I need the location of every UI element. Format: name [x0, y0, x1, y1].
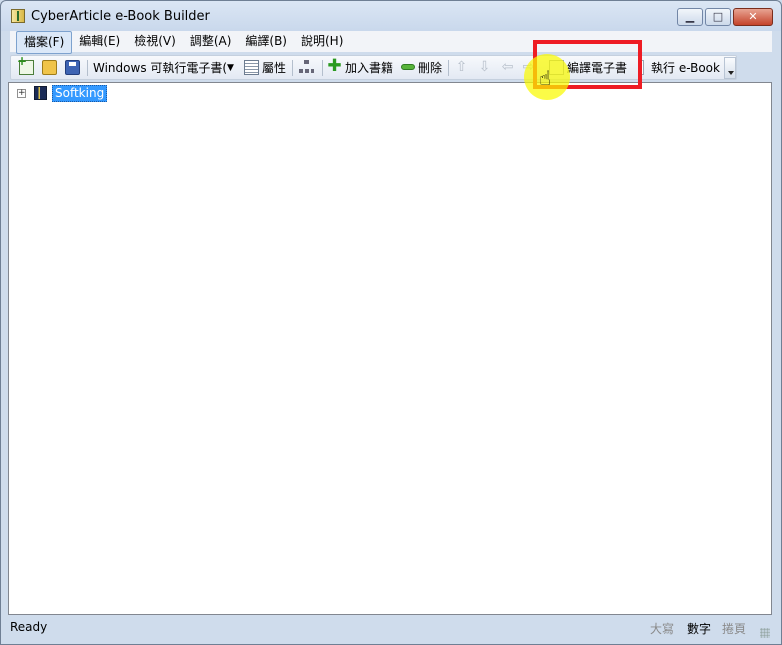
close-button[interactable]: ✕	[733, 8, 773, 26]
menu-view[interactable]: 檢視(V)	[127, 31, 183, 52]
arrow-up-icon[interactable]: ⇧	[454, 60, 469, 75]
save-icon[interactable]	[65, 60, 80, 75]
tree-structure-icon[interactable]	[299, 60, 314, 75]
title-bar: CyberArticle e-Book Builder ▁ □ ✕	[1, 1, 781, 31]
chevron-down-icon[interactable]: ▼	[227, 58, 234, 78]
tree-expand-icon[interactable]: +	[17, 89, 26, 98]
book-tree-view[interactable]: + Softking	[8, 82, 772, 615]
menu-edit[interactable]: 編輯(E)	[72, 31, 127, 52]
tree-node-softking[interactable]: Softking	[52, 85, 108, 102]
maximize-icon: □	[712, 10, 724, 23]
properties-button[interactable]: 屬性	[262, 58, 286, 78]
new-file-icon[interactable]	[17, 54, 34, 75]
resize-grip-icon[interactable]	[760, 628, 770, 638]
arrow-down-icon[interactable]: ⇩	[477, 60, 492, 75]
status-bar: Ready 大寫 數字 捲頁	[8, 618, 772, 640]
menu-file[interactable]: 檔案(F)	[16, 31, 73, 54]
add-book-button[interactable]: 加入書籍	[345, 58, 393, 78]
arrow-left-icon[interactable]: ⇦	[500, 60, 515, 75]
toolbar-separator	[448, 60, 449, 76]
minimize-icon: ▁	[685, 10, 695, 23]
open-folder-icon[interactable]	[42, 60, 57, 75]
toolbar-separator	[292, 60, 293, 76]
close-icon: ✕	[748, 10, 758, 23]
maximize-button[interactable]: □	[705, 8, 731, 26]
caps-lock-indicator: 大寫	[650, 622, 675, 636]
delete-button[interactable]: 刪除	[418, 58, 442, 78]
run-ebook-button[interactable]: 執行 e-Book	[651, 58, 720, 78]
toolbar-separator	[322, 60, 323, 76]
menu-build[interactable]: 編譯(B)	[238, 31, 294, 52]
window-title: CyberArticle e-Book Builder	[31, 9, 210, 24]
status-ready: Ready	[10, 620, 48, 634]
output-type-dropdown[interactable]: Windows 可執行電子書(	[93, 58, 227, 78]
minimize-button[interactable]: ▁	[677, 8, 703, 26]
num-lock-indicator: 數字	[687, 622, 712, 636]
scroll-lock-indicator: 捲頁	[722, 622, 747, 636]
remove-icon[interactable]	[401, 64, 415, 70]
toolbar-overflow-button[interactable]	[724, 57, 736, 79]
menu-bar: 檔案(F) 編輯(E) 檢視(V) 調整(A) 編譯(B) 說明(H)	[10, 31, 772, 54]
menu-help[interactable]: 說明(H)	[294, 31, 350, 52]
hand-cursor-icon: ☝	[539, 66, 552, 90]
toolbar-separator	[87, 60, 88, 76]
properties-icon[interactable]	[244, 60, 259, 75]
book-app-icon	[11, 9, 25, 23]
add-icon[interactable]: ✚	[327, 58, 342, 75]
menu-adjust[interactable]: 調整(A)	[183, 31, 239, 52]
book-icon	[34, 86, 47, 100]
